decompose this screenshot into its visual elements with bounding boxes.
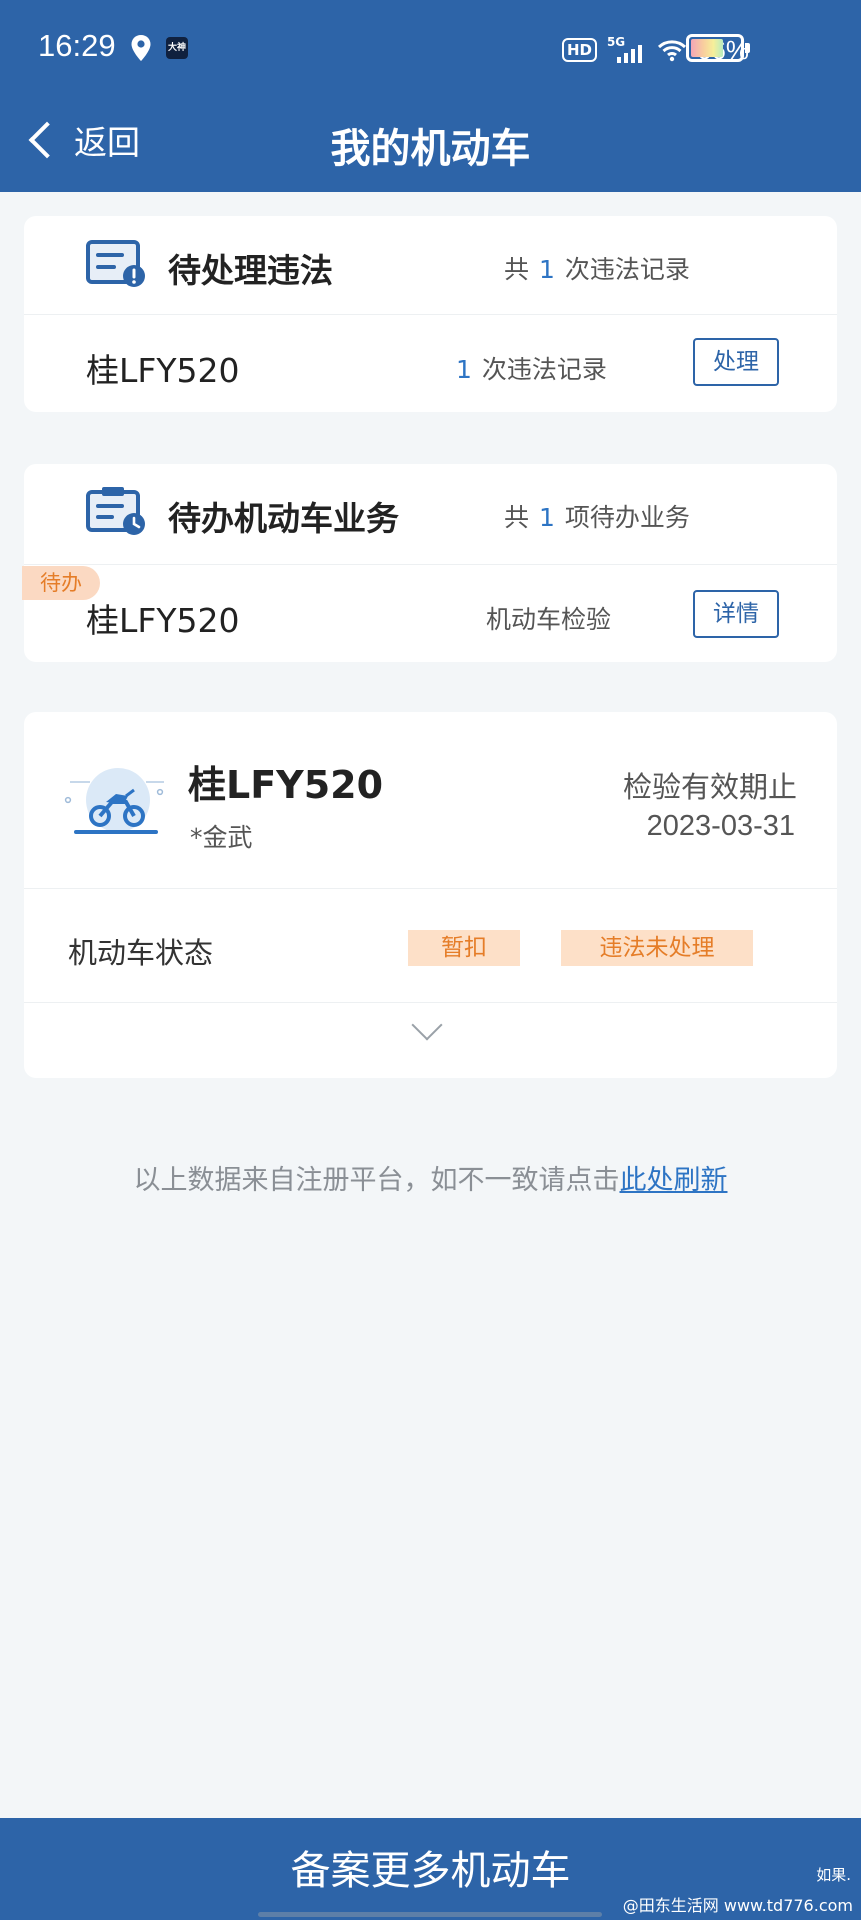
violations-summary: 共 1 次违法记录 [504,250,690,286]
violation-document-icon [86,240,145,287]
data-source-note: 以上数据来自注册平台，如不一致请点击此处刷新 [0,1158,861,1197]
summary-prefix: 共 [504,255,530,284]
wifi-icon [657,40,686,62]
clipboard-clock-icon [86,487,145,535]
business-type: 机动车检验 [486,605,612,634]
status-badge-violation: 违法未处理 [561,930,753,966]
divider [24,888,837,889]
page-title: 我的机动车 [330,126,531,172]
home-indicator [258,1912,602,1917]
violation-plate: 桂LFY520 [86,351,240,390]
signal-icon: 5G [607,35,647,65]
record-suffix: 次违法记录 [481,355,607,384]
chevron-down-icon [411,1009,443,1041]
business-card: 待办机动车业务 共 1 项待办业务 待办 桂LFY520 机动车检验 详情 [22,464,837,662]
business-title: 待办机动车业务 [168,499,399,538]
note-text: 以上数据来自注册平台，如不一致请点击 [133,1165,620,1196]
register-more-label: 备案更多机动车 [290,1848,571,1894]
vehicle-status-label: 机动车状态 [68,936,214,970]
divider [24,564,837,565]
hd-indicator: HD [561,38,597,62]
inspection-expiry-label: 检验有效期止 [622,770,797,804]
divider [24,1002,837,1003]
details-button[interactable]: 详情 [693,590,779,638]
summary-count: 1 [539,255,555,284]
summary-count: 1 [539,503,555,532]
business-summary: 共 1 项待办业务 [504,498,690,534]
nav-bar: 返回 我的机动车 [0,100,861,192]
location-icon [131,35,151,61]
status-time: 16:29 [38,28,116,63]
app-header: 16:29 大神 HD 5G 66% 返回 我的机动车 [0,0,861,192]
handle-button[interactable]: 处理 [693,338,779,386]
summary-suffix: 次违法记录 [564,255,690,284]
refresh-link[interactable]: 此处刷新 [620,1165,728,1196]
inspection-expiry-date: 2023-03-31 [646,810,795,842]
violation-record: 1 次违法记录 [456,350,607,386]
summary-suffix: 项待办业务 [564,503,690,532]
watermark-line1: 如果. [816,1866,851,1884]
expand-button[interactable] [24,1004,837,1076]
violations-title: 待处理违法 [168,251,333,290]
vehicle-card: 桂LFY520 *金武 检验有效期止 2023-03-31 机动车状态 暂扣 违… [24,712,837,1078]
watermark-line2: @田东生活网 www.td776.com [622,1896,853,1915]
divider [24,314,837,315]
motorcycle-icon [64,768,164,834]
violations-card: 待处理违法 共 1 次违法记录 桂LFY520 1 次违法记录 处理 [24,216,837,412]
battery-icon [686,34,750,62]
summary-prefix: 共 [504,503,530,532]
vehicle-plate: 桂LFY520 [188,763,384,807]
vehicle-owner: *金武 [190,823,253,852]
business-plate: 桂LFY520 [86,601,240,640]
status-bar: 16:29 大神 HD 5G 66% [0,0,861,100]
status-badge-detained: 暂扣 [408,930,520,966]
record-count: 1 [456,355,472,384]
app-notification-icon: 大神 [166,37,188,59]
